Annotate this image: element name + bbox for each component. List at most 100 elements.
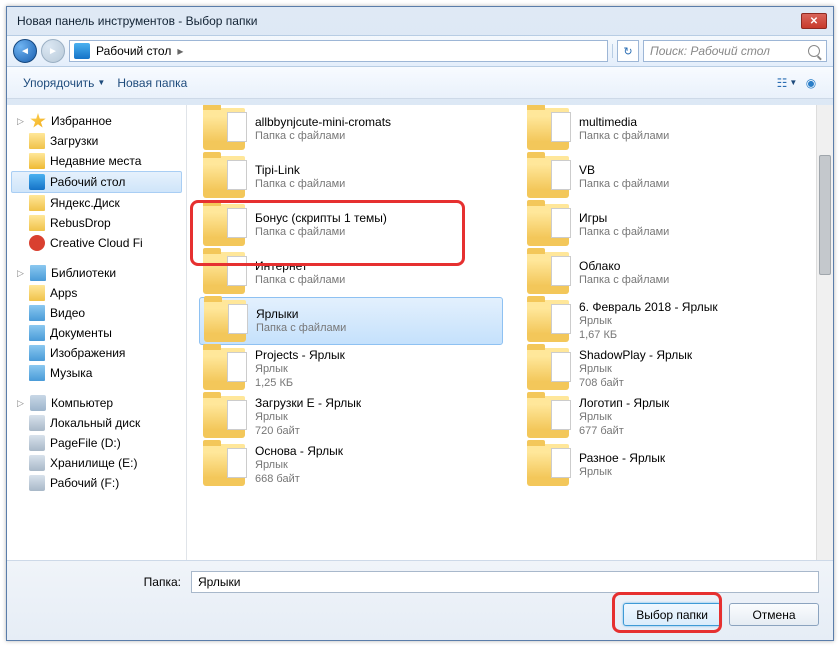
drive-icon	[29, 455, 45, 471]
tree-item[interactable]: Загрузки	[11, 131, 182, 151]
file-item[interactable]: ИнтернетПапка с файлами	[199, 249, 503, 297]
folder-icon	[29, 133, 45, 149]
cancel-button[interactable]: Отмена	[729, 603, 819, 626]
address-bar[interactable]: Рабочий стол ▸	[69, 40, 608, 62]
tree-group-header[interactable]: ▷Библиотеки	[11, 263, 182, 283]
tree-item[interactable]: Локальный диск	[11, 413, 182, 433]
tree-item[interactable]: Рабочий стол	[11, 171, 182, 193]
help-button[interactable]: ◉	[799, 72, 823, 94]
view-options-button[interactable]: ☷▼	[775, 72, 799, 94]
folder-icon	[527, 204, 569, 246]
folder-icon	[203, 444, 245, 486]
book-icon	[29, 365, 45, 381]
arrow-left-icon: ◄	[20, 46, 30, 57]
tree-item[interactable]: Изображения	[11, 343, 182, 363]
file-item[interactable]: Логотип - ЯрлыкЯрлык677 байт	[523, 393, 827, 441]
tree-item[interactable]: Недавние места	[11, 151, 182, 171]
drive-icon	[29, 415, 45, 431]
file-item[interactable]: ShadowPlay - ЯрлыкЯрлык708 байт	[523, 345, 827, 393]
refresh-button[interactable]: ↻	[617, 40, 639, 62]
folder-icon	[527, 252, 569, 294]
folder-open-icon	[29, 153, 45, 169]
file-item[interactable]: Projects - ЯрлыкЯрлык1,25 КБ	[199, 345, 503, 393]
book-icon	[29, 345, 45, 361]
folder-name-input[interactable]	[191, 571, 819, 593]
arrow-right-icon: ►	[48, 46, 58, 57]
close-button[interactable]: ✕	[801, 13, 827, 29]
tree-item[interactable]: PageFile (D:)	[11, 433, 182, 453]
tree-item[interactable]: Видео	[11, 303, 182, 323]
folder-icon	[29, 195, 45, 211]
file-item[interactable]: VBПапка с файлами	[523, 153, 827, 201]
tree-item[interactable]: Яндекс.Диск	[11, 193, 182, 213]
folder-icon	[204, 300, 246, 342]
tree-item[interactable]: Creative Cloud Fi	[11, 233, 182, 253]
toolbar: Упорядочить ▼ Новая папка ☷▼ ◉	[7, 67, 833, 99]
folder-icon	[527, 300, 569, 342]
file-item[interactable]: ОблакоПапка с файлами	[523, 249, 827, 297]
file-item[interactable]: ЯрлыкиПапка с файлами	[199, 297, 503, 345]
tree-group-header[interactable]: ▷Компьютер	[11, 393, 182, 413]
monitor-icon	[30, 395, 46, 411]
dialog-window: Новая панель инструментов - Выбор папки …	[6, 6, 834, 641]
folder-icon	[29, 285, 45, 301]
folder-icon	[29, 215, 45, 231]
nav-back-button[interactable]: ◄	[13, 39, 37, 63]
dialog-footer: Папка: Выбор папки Отмена	[7, 560, 833, 640]
chevron-right-icon: ▸	[177, 44, 183, 58]
star-icon	[30, 113, 46, 129]
tree-item[interactable]: Apps	[11, 283, 182, 303]
file-item[interactable]: Бонус (скрипты 1 темы)Папка с файлами	[199, 201, 503, 249]
drive-icon	[29, 435, 45, 451]
tree-item[interactable]: Документы	[11, 323, 182, 343]
search-icon	[808, 45, 820, 57]
folder-icon	[527, 156, 569, 198]
file-item[interactable]: Tipi-LinkПапка с файлами	[199, 153, 503, 201]
tree-item[interactable]: Рабочий (F:)	[11, 473, 182, 493]
new-folder-button[interactable]: Новая папка	[111, 72, 193, 94]
nav-tree[interactable]: ▷ИзбранноеЗагрузкиНедавние местаРабочий …	[7, 105, 187, 560]
nav-forward-button[interactable]: ►	[41, 39, 65, 63]
tree-group-header[interactable]: ▷Избранное	[11, 111, 182, 131]
search-placeholder: Поиск: Рабочий стол	[650, 44, 770, 58]
file-item[interactable]: Основа - ЯрлыкЯрлык668 байт	[199, 441, 503, 489]
folder-label: Папка:	[21, 575, 181, 589]
select-folder-button[interactable]: Выбор папки	[623, 603, 721, 626]
scrollbar[interactable]	[816, 105, 833, 560]
book-icon	[30, 265, 46, 281]
folder-icon	[527, 348, 569, 390]
file-list[interactable]: allbbynjcute-mini-cromatsПапка с файлами…	[187, 105, 833, 560]
file-item[interactable]: allbbynjcute-mini-cromatsПапка с файлами	[199, 105, 503, 153]
folder-icon	[527, 444, 569, 486]
search-box[interactable]: Поиск: Рабочий стол	[643, 40, 827, 62]
file-item[interactable]: Загрузки E - ЯрлыкЯрлык720 байт	[199, 393, 503, 441]
tree-item[interactable]: Музыка	[11, 363, 182, 383]
file-item[interactable]: ИгрыПапка с файлами	[523, 201, 827, 249]
titlebar[interactable]: Новая панель инструментов - Выбор папки …	[7, 7, 833, 35]
folder-icon	[527, 396, 569, 438]
file-item[interactable]: 6. Февраль 2018 - ЯрлыкЯрлык1,67 КБ	[523, 297, 827, 345]
nav-bar: ◄ ► Рабочий стол ▸ ↻ Поиск: Рабочий стол	[7, 35, 833, 67]
folder-icon	[527, 108, 569, 150]
folder-icon	[203, 396, 245, 438]
folder-icon	[203, 156, 245, 198]
breadcrumb-path: Рабочий стол	[96, 44, 171, 58]
dialog-body: ▷ИзбранноеЗагрузкиНедавние местаРабочий …	[7, 105, 833, 560]
book-icon	[29, 325, 45, 341]
folder-icon	[203, 204, 245, 246]
file-item[interactable]: multimediaПапка с файлами	[523, 105, 827, 153]
chevron-down-icon: ▼	[97, 78, 105, 87]
organize-menu[interactable]: Упорядочить ▼	[17, 72, 111, 94]
desk-icon	[29, 174, 45, 190]
tree-item[interactable]: RebusDrop	[11, 213, 182, 233]
drive-icon	[29, 475, 45, 491]
window-title: Новая панель инструментов - Выбор папки	[17, 14, 801, 28]
scrollbar-thumb[interactable]	[819, 155, 831, 275]
folder-icon	[203, 108, 245, 150]
tree-item[interactable]: Хранилище (E:)	[11, 453, 182, 473]
red-icon	[29, 235, 45, 251]
folder-icon	[203, 252, 245, 294]
desktop-icon	[74, 43, 90, 59]
book-icon	[29, 305, 45, 321]
file-item[interactable]: Разное - ЯрлыкЯрлык	[523, 441, 827, 489]
